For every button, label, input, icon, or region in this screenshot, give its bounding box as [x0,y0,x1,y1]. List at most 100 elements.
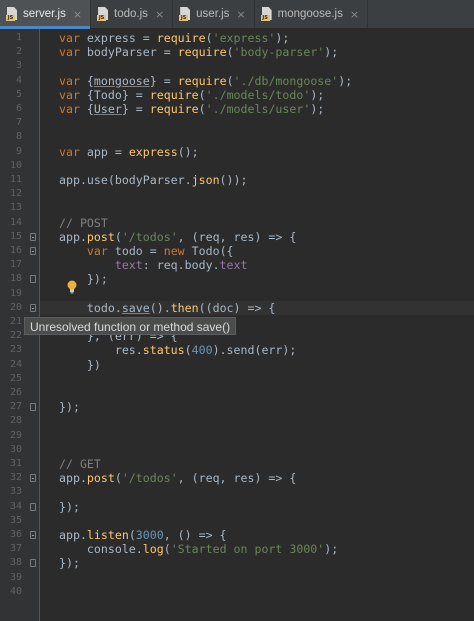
fold-marker-icon[interactable] [30,403,36,412]
code-token: '/todos' [121,229,178,244]
code-token: require [149,102,199,116]
line-number: 15 [9,230,22,242]
code-line[interactable]: // GET [59,457,101,471]
close-icon[interactable]: × [350,8,359,21]
code-line[interactable]: var app = express(); [59,145,199,159]
code-token: }); [59,556,80,571]
tab-mongoose-js[interactable]: JS mongoose.js × [255,0,369,28]
code-token: ); [310,102,325,116]
code-token: ( [163,542,171,557]
line-number: 36 [9,529,22,540]
line-number: 39 [9,571,22,583]
tab-server-js[interactable]: JS server.js × [0,0,92,29]
code-token: ( [184,343,192,358]
code-token: then [170,300,199,315]
code-token: listen [86,528,129,542]
fold-marker-icon[interactable] [30,559,36,568]
close-icon[interactable]: × [236,8,245,21]
code-token: (); [177,144,199,159]
code-line[interactable]: }); [59,400,80,414]
code-token: ( [198,102,206,116]
code-line[interactable]: app.post('/todos', (req, res) => { [59,230,296,244]
code-line[interactable]: text: req.body.text [59,258,248,273]
code-token: text [114,258,143,273]
code-token: ()); [219,173,248,187]
lightbulb-icon[interactable] [66,280,78,294]
code-token: { [79,73,94,88]
line-number: 19 [9,287,22,299]
fold-marker-icon[interactable] [30,232,36,241]
code-token: ); [324,542,339,557]
code-line[interactable]: var {mongoose} = require('./db/mongoose'… [59,74,352,88]
line-number: 21 [9,316,22,327]
line-number: 27 [9,401,22,413]
line-number: 34 [9,500,22,512]
code-token: }) [59,357,101,372]
code-token: var [59,31,80,45]
code-line[interactable]: app.listen(3000, () => { [59,528,227,542]
js-badge: JS [97,15,107,21]
code-token: var [86,244,108,258]
code-token: app.use(bodyParser. [59,173,192,187]
code-token: express = [79,31,157,45]
code-token: }); [59,400,80,415]
code-line[interactable]: }) [59,358,101,372]
js-badge: JS [260,15,270,21]
code-line[interactable]: var {User} = require('./models/user'); [59,102,324,116]
code-token: app. [59,229,87,244]
code-line[interactable]: app.post('/todos', (req, res) => { [59,471,296,485]
close-icon[interactable]: × [73,8,82,21]
line-number: 17 [9,259,22,271]
code-line[interactable]: var todo = new Todo({ [59,244,234,258]
code-line[interactable]: }); [59,556,80,570]
js-badge: JS [179,15,189,21]
fold-marker-icon[interactable] [30,275,36,284]
code-line[interactable]: todo.save().then((doc) => { [59,300,276,315]
code-line[interactable]: // POST [59,216,108,230]
code-token: new [163,244,185,258]
code-token: var [59,144,80,159]
code-line[interactable]: app.use(bodyParser.json()); [59,173,247,187]
line-number: 22 [9,330,22,342]
fold-marker-icon[interactable] [30,474,36,483]
code-token: 'body-parser' [233,45,325,60]
code-line[interactable]: var {Todo} = require('./models/todo'); [59,88,324,102]
code-token: {Todo} = [79,87,150,102]
line-number: 32 [9,472,22,484]
code-token: // POST [59,215,108,230]
fold-marker-icon[interactable] [30,531,36,539]
code-line[interactable]: console.log('Started on port 3000'); [59,542,338,556]
tab-todo-js[interactable]: JS todo.js × [91,0,174,28]
code-line[interactable]: var bodyParser = require('body-parser'); [59,45,338,59]
line-number: 30 [9,443,22,455]
code-token: console. [59,542,143,557]
code-token: ( [198,87,206,102]
code-token: ).send(err); [212,343,297,358]
line-number: 11 [9,174,22,185]
line-number: 40 [9,585,22,597]
code-line[interactable]: var express = require('express'); [59,31,289,45]
code-token: '/todos' [121,471,178,486]
line-number: 10 [9,159,22,171]
code-token: ((doc) => { [198,300,276,315]
fold-marker-icon[interactable] [30,303,36,312]
code-token: log [142,542,164,557]
fold-marker-icon[interactable] [30,502,36,511]
tab-user-js[interactable]: JS user.js × [173,0,255,28]
code-line[interactable]: res.status(400).send(err); [59,343,297,358]
line-number: 33 [9,486,22,498]
line-number: 14 [9,216,22,228]
code-editor[interactable]: 1 2 3 4 5 6 7 8 9 10 11 12 13 14 15 16 17 18 19 20 21 22 23 24 2… [0,29,474,621]
code-token: var [59,87,80,102]
line-number: 23 [9,344,22,356]
line-number: 26 [9,387,22,398]
code-token: app. [59,471,87,486]
code-line[interactable]: }); [59,500,80,514]
close-icon[interactable]: × [155,8,164,21]
code-token: require [177,73,227,88]
line-number: 25 [9,372,22,384]
code-token: ); [275,31,290,45]
code-token: res. [59,343,143,358]
fold-marker-icon[interactable] [30,247,36,255]
tab-label: user.js [196,8,230,20]
